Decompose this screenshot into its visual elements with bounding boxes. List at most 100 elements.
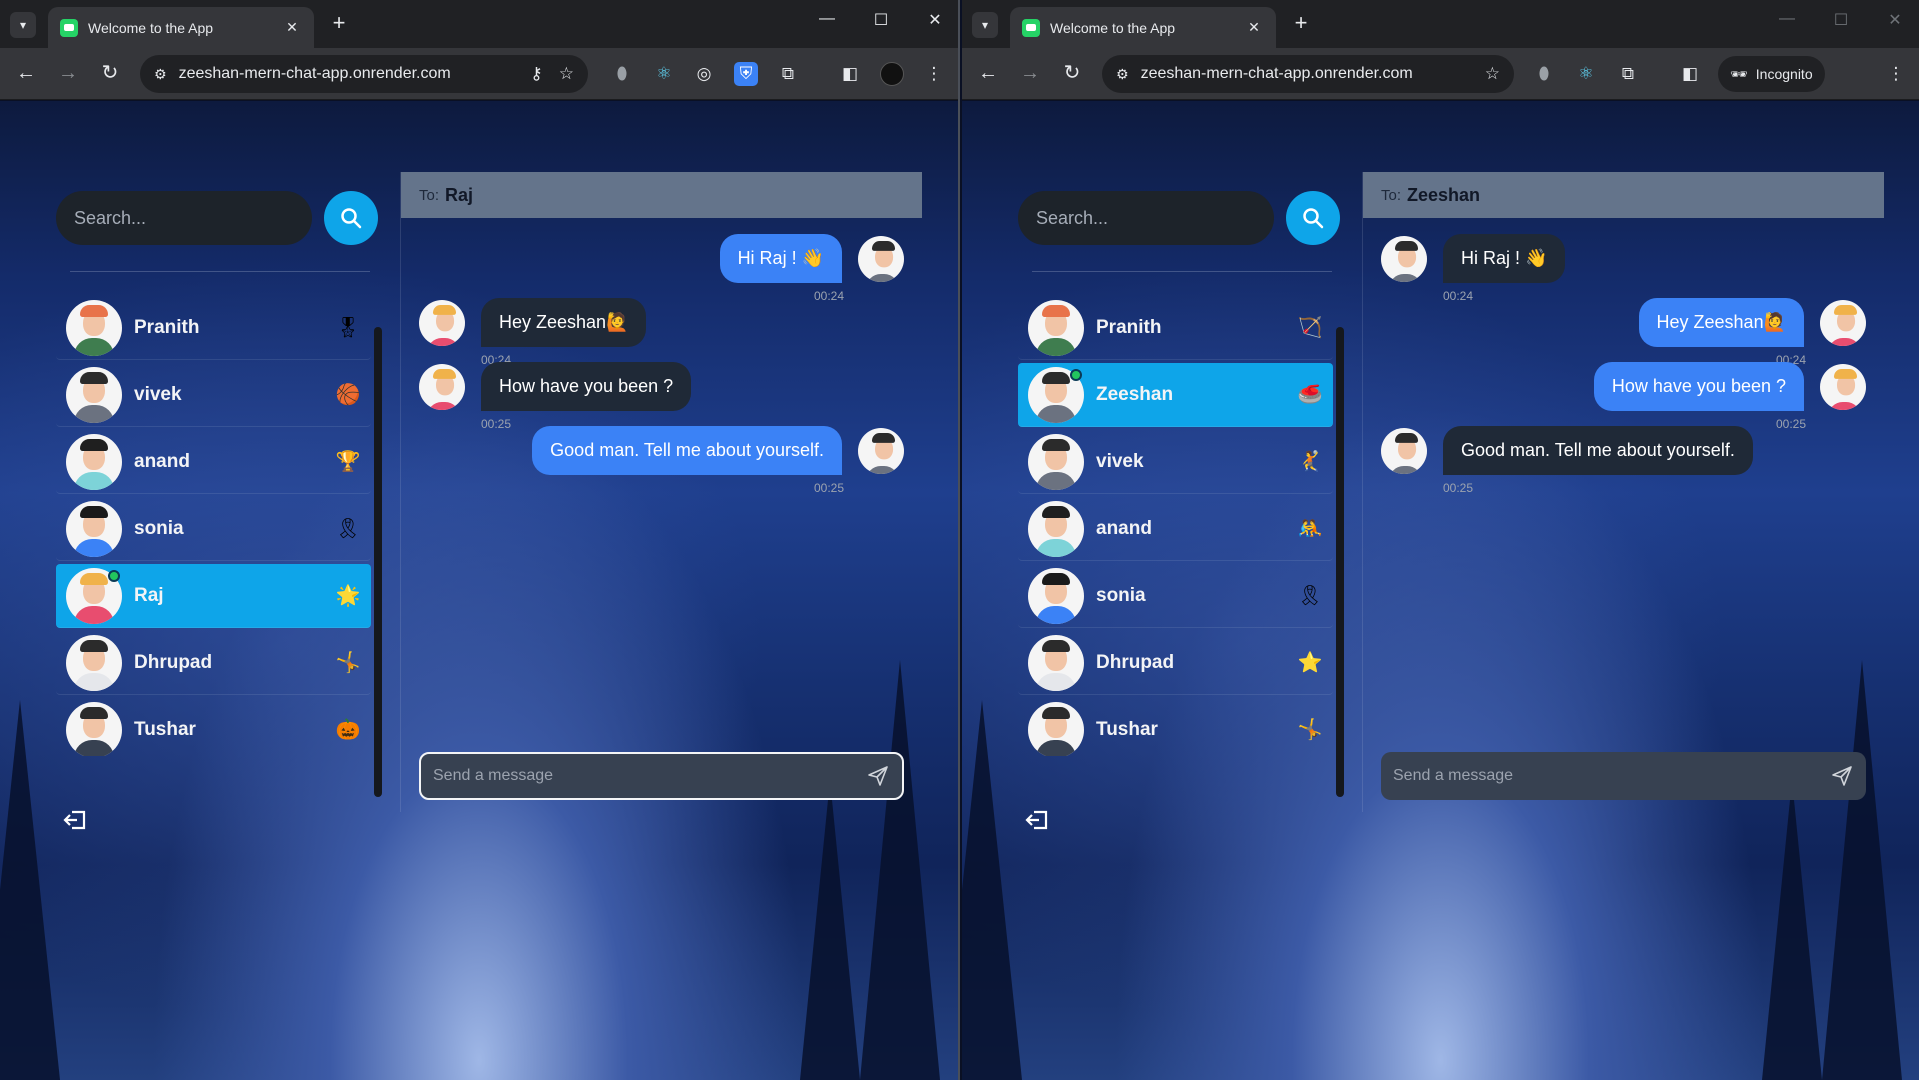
- reload-icon[interactable]: ↻: [1058, 60, 1086, 88]
- extension-icon[interactable]: ⬮: [610, 62, 634, 86]
- incognito-badge[interactable]: 🕶 Incognito: [1718, 56, 1825, 92]
- conversation-item[interactable]: Tushar 🎃: [56, 698, 371, 756]
- avatar-wrapper: [1028, 366, 1084, 423]
- conversation-item[interactable]: Dhrupad 🤸: [56, 631, 371, 695]
- sidepanel-icon[interactable]: ◧: [1678, 62, 1702, 86]
- conversation-name: anand: [1096, 517, 1152, 539]
- avatar-wrapper: [1028, 433, 1084, 490]
- message-composer: [419, 752, 904, 800]
- conversation-item[interactable]: sonia 🎗: [56, 497, 371, 561]
- avatar-wrapper: [1028, 567, 1084, 624]
- star-icon[interactable]: ☆: [1485, 64, 1500, 84]
- favicon-chat-icon: [1022, 18, 1040, 37]
- minimize-icon[interactable]: —: [1772, 10, 1802, 28]
- target-icon[interactable]: ◎: [692, 62, 716, 86]
- conversation-item[interactable]: vivek 🤾: [1018, 430, 1333, 494]
- message-outgoing: How have you been ? 00:25: [1578, 362, 1866, 431]
- profile-avatar[interactable]: [880, 62, 904, 86]
- conversation-item[interactable]: Raj 🌟: [56, 564, 371, 628]
- pine-tree: [1762, 780, 1822, 1080]
- back-icon[interactable]: ←: [12, 60, 40, 88]
- conversation-item[interactable]: Pranith 🎖: [56, 296, 371, 360]
- close-icon[interactable]: ✕: [1244, 19, 1264, 36]
- forward-icon[interactable]: →: [54, 60, 82, 88]
- divider: [70, 271, 370, 272]
- avatar: [1028, 701, 1084, 756]
- send-icon[interactable]: [1830, 764, 1854, 788]
- conversation-name: Dhrupad: [134, 651, 213, 673]
- menu-icon[interactable]: ⋮: [1884, 62, 1908, 86]
- conversation-item[interactable]: Pranith 🏹: [1018, 296, 1333, 360]
- search-button[interactable]: [324, 191, 378, 245]
- browser-tab[interactable]: Welcome to the App ✕: [1010, 7, 1276, 48]
- plus-icon[interactable]: +: [326, 11, 352, 37]
- conversation-item[interactable]: Dhrupad ⭐: [1018, 631, 1333, 695]
- site-info-icon[interactable]: ⚙: [154, 66, 167, 83]
- message-outgoing: Hi Raj ! 👋 00:24: [704, 234, 904, 303]
- forward-icon[interactable]: →: [1016, 60, 1044, 88]
- avatar-wrapper: [66, 433, 122, 490]
- send-icon[interactable]: [866, 764, 890, 788]
- site-info-icon[interactable]: ⚙: [1116, 66, 1129, 83]
- logout-button[interactable]: [1024, 808, 1050, 832]
- sidepanel-icon[interactable]: ◧: [838, 62, 862, 86]
- message-time: 00:24: [813, 289, 844, 303]
- avatar-wrapper: [66, 299, 122, 356]
- conversation-emoji: 🎗: [335, 518, 361, 540]
- maximize-icon[interactable]: ☐: [1826, 10, 1856, 30]
- message-bubble: How have you been ?: [1593, 362, 1804, 411]
- avatar: [1028, 634, 1084, 691]
- extension-icon[interactable]: ⬮: [1532, 62, 1556, 86]
- conversation-item[interactable]: vivek 🏀: [56, 363, 371, 427]
- address-bar[interactable]: ⚙ zeeshan-mern-chat-app.onrender.com ⚷ ☆: [140, 55, 588, 93]
- close-window-icon[interactable]: ✕: [920, 10, 950, 30]
- puzzle-icon[interactable]: ⧉: [776, 62, 800, 86]
- message-list: Hi Raj ! 👋 00:24 Hey Zeeshan🙋 00:24 How have…: [401, 234, 922, 774]
- conversation-item[interactable]: anand 🤼: [1018, 497, 1333, 561]
- logout-button[interactable]: [62, 808, 88, 832]
- close-icon[interactable]: ✕: [282, 19, 302, 36]
- chat-panel: To: Zeeshan Hi Raj ! 👋 00:24 Hey Zeeshan🙋 0…: [1362, 172, 1884, 812]
- conversation-emoji: 🎗: [1297, 585, 1323, 607]
- message-bubble: Good man. Tell me about yourself.: [1443, 426, 1753, 475]
- menu-icon[interactable]: ⋮: [922, 62, 946, 86]
- message-list: Hi Raj ! 👋 00:24 Hey Zeeshan🙋 00:24 How have…: [1363, 234, 1884, 774]
- incognito-icon: 🕶: [1730, 65, 1748, 82]
- browser-tab[interactable]: Welcome to the App ✕: [48, 7, 314, 48]
- plus-icon[interactable]: +: [1288, 11, 1314, 37]
- tab-strip: ▾ Welcome to the App ✕ + — ☐ ✕: [962, 0, 1919, 48]
- message-bubble: Good man. Tell me about yourself.: [532, 426, 842, 475]
- back-icon[interactable]: ←: [974, 60, 1002, 88]
- react-devtools-icon[interactable]: ⚛: [652, 62, 676, 86]
- chat-header: To: Zeeshan: [1363, 172, 1884, 218]
- react-devtools-icon[interactable]: ⚛: [1574, 62, 1598, 86]
- conversation-item[interactable]: Tushar 🤸: [1018, 698, 1333, 756]
- conversation-name: Tushar: [1096, 718, 1158, 740]
- tab-search-icon[interactable]: ▾: [10, 12, 36, 38]
- tab-search-icon[interactable]: ▾: [972, 12, 998, 38]
- conversation-item[interactable]: sonia 🎗: [1018, 564, 1333, 628]
- search-input[interactable]: [1018, 191, 1274, 245]
- scrollbar[interactable]: [1336, 327, 1344, 797]
- minimize-icon[interactable]: —: [812, 10, 842, 28]
- shield-icon[interactable]: ⛨: [734, 62, 758, 86]
- close-window-icon[interactable]: ✕: [1880, 10, 1910, 30]
- search-input[interactable]: [56, 191, 312, 245]
- conversation-item[interactable]: anand 🏆: [56, 430, 371, 494]
- reload-icon[interactable]: ↻: [96, 60, 124, 88]
- avatar: [1381, 235, 1427, 282]
- message-input[interactable]: [433, 767, 866, 785]
- maximize-icon[interactable]: ☐: [866, 10, 896, 30]
- conversation-name: sonia: [1096, 584, 1146, 606]
- url-text: zeeshan-mern-chat-app.onrender.com: [178, 65, 451, 82]
- scrollbar[interactable]: [374, 327, 382, 797]
- key-icon[interactable]: ⚷: [530, 64, 542, 84]
- message-input[interactable]: [1393, 767, 1830, 785]
- conversation-name: anand: [134, 450, 190, 472]
- address-bar[interactable]: ⚙ zeeshan-mern-chat-app.onrender.com ☆: [1102, 55, 1514, 93]
- search-button[interactable]: [1286, 191, 1340, 245]
- puzzle-icon[interactable]: ⧉: [1616, 62, 1640, 86]
- conversation-item[interactable]: Zeeshan 🥌: [1018, 363, 1333, 427]
- star-icon[interactable]: ☆: [559, 64, 574, 84]
- tab-title: Welcome to the App: [88, 19, 214, 36]
